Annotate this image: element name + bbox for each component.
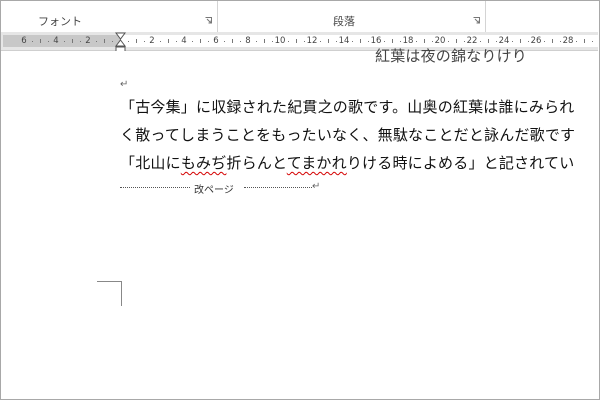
ruler-tick-mark [392,39,393,43]
ruler-tick-mark [592,41,593,42]
ruler-tick-mark [352,41,353,42]
ruler-tick-mark [560,41,561,42]
ruler-tick-mark [496,41,497,42]
ruler-tick-mark [104,39,105,43]
ruler-tick-mark [464,41,465,42]
ruler-tick-mark [240,41,241,42]
ruler-tick-mark [488,39,489,43]
document-page[interactable]: 紅葉は夜の錦なりけり ↵ 「古今集」に収録された紀貫之の歌です。山奥の紅葉は誰に… [1,47,598,398]
spelling-error-2[interactable]: てまかれ [287,154,347,172]
paragraph-group: 段落 [218,1,486,32]
ruler-tick-mark [64,41,65,42]
font-group-label: フォント [38,15,82,28]
body-line-1: 「古今集」に収録された紀貫之の歌です。山奥の紅葉は誰にみられ [120,98,575,116]
ruler-tick-label: 14 [338,36,350,46]
ruler-tick-mark [96,41,97,42]
page-break-line-left [120,187,190,188]
ruler-tick-mark [304,41,305,42]
ruler-tick-mark [552,39,553,43]
ruler-tick-mark [328,39,329,43]
ruler-tick-mark [224,41,225,42]
ruler-tick-mark [368,41,369,42]
ruler-tick-mark [456,39,457,43]
ruler-tick-mark [160,41,161,42]
page-break-line-right [244,187,312,188]
ruler-tick-mark [432,41,433,42]
ruler-tick-mark [416,41,417,42]
ruler-tick-label: 6 [21,36,27,46]
ruler-tick-mark [144,41,145,42]
ruler-tick-mark [80,41,81,42]
ruler-tick-mark [544,41,545,42]
ruler-tick-mark [32,41,33,42]
ruler-tick-mark [168,39,169,43]
ruler-tick-mark [336,41,337,42]
line3-text-a: 「北山に [120,154,181,172]
page-corner-marker [97,281,122,306]
ruler-tick-mark [288,41,289,42]
ruler-tick-label: 26 [530,36,542,46]
page-break-paragraph-mark: ↵ [312,181,321,192]
body-line-2: く散ってしまうことをもったいなく、無駄なことだと詠んだ歌です [120,126,576,144]
page-break: 改ページ ↵ [120,181,321,196]
ruler-tick-mark [384,41,385,42]
ruler-tick-mark [528,41,529,42]
ruler-tick-label: 10 [274,36,286,46]
ruler-tick-mark [320,41,321,42]
ruler-tick-mark [128,41,129,42]
spelling-error-1[interactable]: もみぢ [181,154,227,172]
font-group: フォント [1,1,218,32]
ribbon: フォント 段落 [1,1,598,33]
line3-text-b: 折らんと [226,154,287,172]
ruler-tick-mark [360,39,361,43]
paragraph-mark: ↵ [120,79,129,90]
ruler-tick-mark [136,39,137,43]
ruler-tick-mark [264,39,265,43]
font-dialog-launcher-icon[interactable] [205,17,212,24]
ruler-tick-mark [176,41,177,42]
line3-text-c: りける時によめる」と記されてい [346,154,575,172]
ruler-tick-label: 4 [53,36,59,46]
ruler-tick-label: 2 [149,36,155,46]
ruler-tick-label: 6 [213,36,219,46]
ruler-tick-mark [232,39,233,43]
ruler-tick-mark [112,41,113,42]
ruler-tick-mark [256,41,257,42]
ruler-tick-label: 4 [181,36,187,46]
ruler-tick-mark [584,39,585,43]
ruler-tick-mark [400,41,401,42]
paragraph-group-label: 段落 [333,15,355,28]
ruler-tick-mark [424,39,425,43]
ruler-tick-mark [480,41,481,42]
ruler-tick-mark [72,39,73,43]
ruler-tick-mark [520,39,521,43]
ruler-tick-label: 12 [306,36,318,46]
ruler-tick-mark [208,41,209,42]
page-break-label: 改ページ [194,185,234,196]
body-line-3: 「北山にもみぢ折らんとてまかれりける時によめる」と記されてい [120,152,574,173]
ruler-tick-label: 8 [245,36,251,46]
ruler-tick-mark [448,41,449,42]
ruler-tick-mark [192,41,193,42]
ruler-tick-mark [296,39,297,43]
ruler-tick-mark [48,41,49,42]
ruler-tick-mark [576,41,577,42]
partial-top-line: 紅葉は夜の錦なりけり [375,47,528,65]
ruler-tick-mark [200,39,201,43]
ruler-tick-mark [40,39,41,43]
ruler-tick-label: 2 [85,36,91,46]
ruler-tick-mark [512,41,513,42]
ruler-tick-mark [272,41,273,42]
paragraph-dialog-launcher-icon[interactable] [473,17,480,24]
ruler-tick-label: 28 [562,36,574,46]
